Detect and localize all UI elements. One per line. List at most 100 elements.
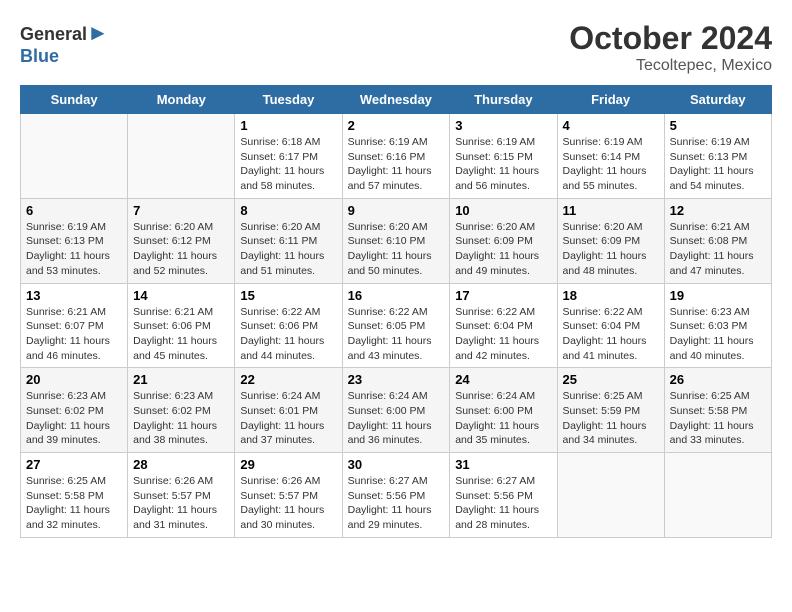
cell-info: Sunrise: 6:26 AM Sunset: 5:57 PM Dayligh… [240, 474, 336, 533]
calendar-cell: 2 Sunrise: 6:19 AM Sunset: 6:16 PM Daylig… [342, 114, 450, 199]
day-number: 5 [670, 118, 766, 133]
cell-info: Sunrise: 6:26 AM Sunset: 5:57 PM Dayligh… [133, 474, 229, 533]
day-number: 7 [133, 203, 229, 218]
day-number: 9 [348, 203, 445, 218]
logo-general-text: General [20, 24, 87, 44]
calendar-cell: 28Sunrise: 6:26 AM Sunset: 5:57 PM Dayli… [128, 453, 235, 538]
calendar-cell: 12 Sunrise: 6:21 AM Sunset: 6:08 PM Dayli… [664, 198, 771, 283]
calendar-cell [557, 453, 664, 538]
calendar-table: SundayMondayTuesdayWednesdayThursdayFrid… [20, 85, 772, 538]
day-number: 31 [455, 457, 551, 472]
cell-info: Sunrise: 6:21 AM Sunset: 6:08 PM Dayligh… [670, 220, 766, 279]
cell-info: Sunrise: 6:25 AM Sunset: 5:59 PM Dayligh… [563, 389, 659, 448]
day-header-tuesday: Tuesday [235, 86, 342, 114]
calendar-cell: 23 Sunrise: 6:24 AM Sunset: 6:00 PM Dayli… [342, 368, 450, 453]
day-header-saturday: Saturday [664, 86, 771, 114]
cell-info: Sunrise: 6:25 AM Sunset: 5:58 PM Dayligh… [26, 474, 122, 533]
week-row-2: 6 Sunrise: 6:19 AM Sunset: 6:13 PM Daylig… [21, 198, 772, 283]
calendar-cell: 15 Sunrise: 6:22 AM Sunset: 6:06 PM Dayli… [235, 283, 342, 368]
calendar-cell: 26 Sunrise: 6:25 AM Sunset: 5:58 PM Dayli… [664, 368, 771, 453]
day-number: 13 [26, 288, 122, 303]
day-number: 2 [348, 118, 445, 133]
calendar-cell: 10Sunrise: 6:20 AM Sunset: 6:09 PM Dayli… [450, 198, 557, 283]
day-number: 21 [133, 372, 229, 387]
day-number: 29 [240, 457, 336, 472]
calendar-cell: 29 Sunrise: 6:26 AM Sunset: 5:57 PM Dayli… [235, 453, 342, 538]
day-header-monday: Monday [128, 86, 235, 114]
cell-info: Sunrise: 6:20 AM Sunset: 6:09 PM Dayligh… [455, 220, 551, 279]
day-number: 25 [563, 372, 659, 387]
cell-info: Sunrise: 6:23 AM Sunset: 6:02 PM Dayligh… [26, 389, 122, 448]
day-header-row: SundayMondayTuesdayWednesdayThursdayFrid… [21, 86, 772, 114]
calendar-cell: 7 Sunrise: 6:20 AM Sunset: 6:12 PM Daylig… [128, 198, 235, 283]
day-number: 8 [240, 203, 336, 218]
title-section: October 2024 Tecoltepec, Mexico [569, 20, 772, 75]
calendar-cell [664, 453, 771, 538]
cell-info: Sunrise: 6:24 AM Sunset: 6:01 PM Dayligh… [240, 389, 336, 448]
location-subtitle: Tecoltepec, Mexico [569, 57, 772, 75]
cell-info: Sunrise: 6:25 AM Sunset: 5:58 PM Dayligh… [670, 389, 766, 448]
calendar-cell [21, 114, 128, 199]
calendar-cell: 19Sunrise: 6:23 AM Sunset: 6:03 PM Dayli… [664, 283, 771, 368]
day-number: 3 [455, 118, 551, 133]
logo-bird-icon: ► [87, 20, 109, 45]
cell-info: Sunrise: 6:18 AM Sunset: 6:17 PM Dayligh… [240, 135, 336, 194]
day-number: 15 [240, 288, 336, 303]
week-row-4: 20 Sunrise: 6:23 AM Sunset: 6:02 PM Dayli… [21, 368, 772, 453]
calendar-cell: 14Sunrise: 6:21 AM Sunset: 6:06 PM Dayli… [128, 283, 235, 368]
day-header-wednesday: Wednesday [342, 86, 450, 114]
month-year-title: October 2024 [569, 20, 772, 57]
cell-info: Sunrise: 6:22 AM Sunset: 6:04 PM Dayligh… [563, 305, 659, 364]
day-number: 4 [563, 118, 659, 133]
calendar-cell: 1 Sunrise: 6:18 AM Sunset: 6:17 PM Daylig… [235, 114, 342, 199]
cell-info: Sunrise: 6:22 AM Sunset: 6:05 PM Dayligh… [348, 305, 445, 364]
cell-info: Sunrise: 6:19 AM Sunset: 6:13 PM Dayligh… [670, 135, 766, 194]
day-number: 26 [670, 372, 766, 387]
day-number: 12 [670, 203, 766, 218]
calendar-cell: 18Sunrise: 6:22 AM Sunset: 6:04 PM Dayli… [557, 283, 664, 368]
page-header: General► Blue October 2024 Tecoltepec, M… [20, 20, 772, 75]
cell-info: Sunrise: 6:23 AM Sunset: 6:03 PM Dayligh… [670, 305, 766, 364]
calendar-cell: 6 Sunrise: 6:19 AM Sunset: 6:13 PM Daylig… [21, 198, 128, 283]
logo-blue-text: Blue [20, 46, 59, 66]
calendar-cell: 25 Sunrise: 6:25 AM Sunset: 5:59 PM Dayli… [557, 368, 664, 453]
cell-info: Sunrise: 6:20 AM Sunset: 6:12 PM Dayligh… [133, 220, 229, 279]
calendar-cell: 27 Sunrise: 6:25 AM Sunset: 5:58 PM Dayli… [21, 453, 128, 538]
cell-info: Sunrise: 6:27 AM Sunset: 5:56 PM Dayligh… [455, 474, 551, 533]
day-number: 27 [26, 457, 122, 472]
calendar-cell: 22Sunrise: 6:24 AM Sunset: 6:01 PM Dayli… [235, 368, 342, 453]
logo: General► Blue [20, 20, 109, 67]
cell-info: Sunrise: 6:19 AM Sunset: 6:15 PM Dayligh… [455, 135, 551, 194]
day-number: 6 [26, 203, 122, 218]
calendar-cell: 16Sunrise: 6:22 AM Sunset: 6:05 PM Dayli… [342, 283, 450, 368]
day-number: 30 [348, 457, 445, 472]
calendar-cell: 8 Sunrise: 6:20 AM Sunset: 6:11 PM Daylig… [235, 198, 342, 283]
cell-info: Sunrise: 6:22 AM Sunset: 6:06 PM Dayligh… [240, 305, 336, 364]
cell-info: Sunrise: 6:23 AM Sunset: 6:02 PM Dayligh… [133, 389, 229, 448]
cell-info: Sunrise: 6:27 AM Sunset: 5:56 PM Dayligh… [348, 474, 445, 533]
calendar-cell: 30 Sunrise: 6:27 AM Sunset: 5:56 PM Dayli… [342, 453, 450, 538]
day-number: 17 [455, 288, 551, 303]
calendar-cell: 3 Sunrise: 6:19 AM Sunset: 6:15 PM Daylig… [450, 114, 557, 199]
cell-info: Sunrise: 6:19 AM Sunset: 6:14 PM Dayligh… [563, 135, 659, 194]
day-number: 20 [26, 372, 122, 387]
calendar-cell: 13Sunrise: 6:21 AM Sunset: 6:07 PM Dayli… [21, 283, 128, 368]
calendar-cell: 9Sunrise: 6:20 AM Sunset: 6:10 PM Daylig… [342, 198, 450, 283]
day-number: 23 [348, 372, 445, 387]
week-row-5: 27 Sunrise: 6:25 AM Sunset: 5:58 PM Dayli… [21, 453, 772, 538]
day-number: 14 [133, 288, 229, 303]
calendar-cell: 11Sunrise: 6:20 AM Sunset: 6:09 PM Dayli… [557, 198, 664, 283]
cell-info: Sunrise: 6:19 AM Sunset: 6:16 PM Dayligh… [348, 135, 445, 194]
calendar-cell: 5 Sunrise: 6:19 AM Sunset: 6:13 PM Daylig… [664, 114, 771, 199]
calendar-cell [128, 114, 235, 199]
cell-info: Sunrise: 6:24 AM Sunset: 6:00 PM Dayligh… [348, 389, 445, 448]
day-header-sunday: Sunday [21, 86, 128, 114]
week-row-1: 1 Sunrise: 6:18 AM Sunset: 6:17 PM Daylig… [21, 114, 772, 199]
cell-info: Sunrise: 6:19 AM Sunset: 6:13 PM Dayligh… [26, 220, 122, 279]
day-number: 11 [563, 203, 659, 218]
calendar-cell: 21 Sunrise: 6:23 AM Sunset: 6:02 PM Dayli… [128, 368, 235, 453]
day-number: 1 [240, 118, 336, 133]
day-header-thursday: Thursday [450, 86, 557, 114]
day-header-friday: Friday [557, 86, 664, 114]
cell-info: Sunrise: 6:20 AM Sunset: 6:11 PM Dayligh… [240, 220, 336, 279]
